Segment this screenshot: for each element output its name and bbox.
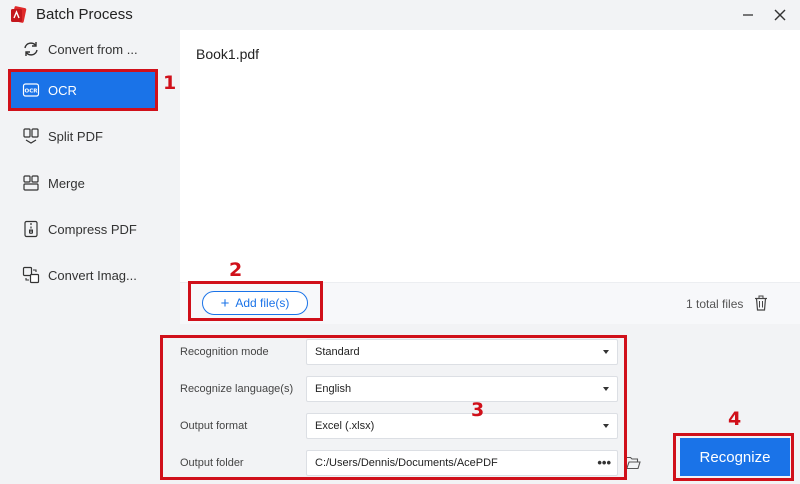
sidebar-item-label: Merge (48, 175, 85, 191)
sidebar-item-merge[interactable]: Merge (10, 164, 158, 202)
annotation-box-2 (188, 281, 323, 321)
total-files-count: 1 total files (686, 297, 744, 311)
annotation-number-3: 3 (471, 399, 485, 421)
annotation-box-1 (8, 69, 158, 111)
sidebar-item-label: Split PDF (48, 128, 103, 144)
sidebar-item-convert-image[interactable]: Convert Imag... (10, 256, 158, 294)
window-title: Batch Process (36, 6, 133, 23)
sidebar-item-label: Convert Imag... (48, 267, 137, 283)
merge-icon (23, 175, 39, 191)
convert-from-icon (24, 42, 38, 56)
file-item[interactable]: Book1.pdf (196, 46, 259, 62)
annotation-box-3 (160, 335, 627, 480)
trash-icon[interactable] (754, 295, 768, 311)
annotation-box-4 (673, 433, 794, 481)
minimize-icon[interactable] (738, 5, 758, 25)
convert-image-icon (22, 266, 40, 284)
title-bar: Batch Process (0, 0, 800, 30)
split-pdf-icon (23, 128, 39, 144)
sidebar-item-convert-from[interactable]: Convert from ... (10, 30, 158, 68)
sidebar-item-split-pdf[interactable]: Split PDF (10, 117, 158, 155)
close-icon[interactable] (770, 5, 790, 25)
sidebar-item-label: Compress PDF (48, 221, 137, 237)
sidebar-item-label: Convert from ... (48, 41, 138, 57)
app-logo-icon (11, 6, 27, 23)
annotation-number-1: 1 (163, 72, 177, 94)
file-list-panel: Book1.pdf + Add file(s) 1 total files (180, 30, 800, 324)
annotation-number-4: 4 (728, 408, 742, 430)
annotation-number-2: 2 (229, 259, 243, 281)
compress-pdf-icon (24, 220, 38, 238)
sidebar-item-compress-pdf[interactable]: Compress PDF (10, 210, 158, 248)
folder-icon[interactable] (625, 456, 641, 470)
